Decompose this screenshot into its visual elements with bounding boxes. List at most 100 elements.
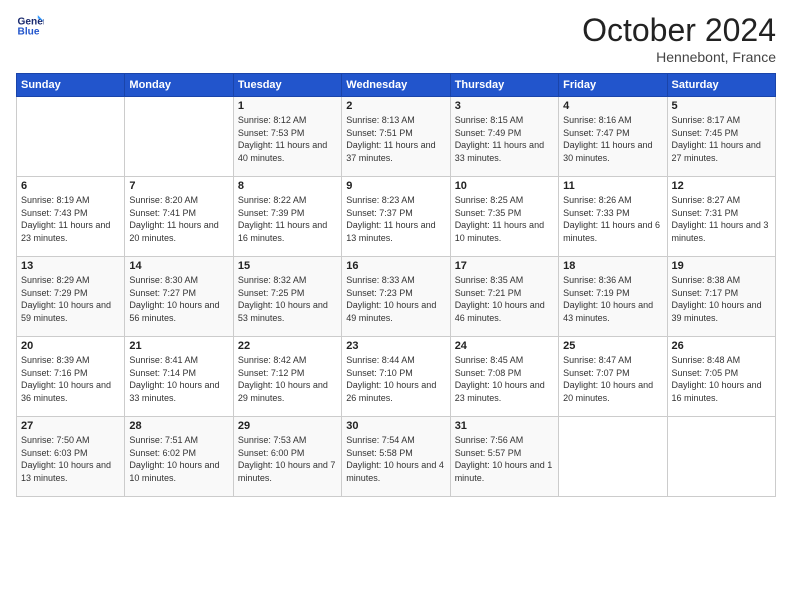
day-detail: Sunrise: 7:54 AMSunset: 5:58 PMDaylight:… <box>346 434 445 484</box>
calendar-cell <box>125 97 233 177</box>
day-detail: Sunrise: 8:35 AMSunset: 7:21 PMDaylight:… <box>455 274 554 324</box>
calendar-cell <box>667 417 775 497</box>
day-detail: Sunrise: 8:36 AMSunset: 7:19 PMDaylight:… <box>563 274 662 324</box>
calendar-cell: 6 Sunrise: 8:19 AMSunset: 7:43 PMDaylight… <box>17 177 125 257</box>
calendar-cell: 13Sunrise: 8:29 AMSunset: 7:29 PMDayligh… <box>17 257 125 337</box>
day-number: 17 <box>455 260 554 272</box>
calendar-week-row: 13Sunrise: 8:29 AMSunset: 7:29 PMDayligh… <box>17 257 776 337</box>
calendar-cell: 17 Sunrise: 8:35 AMSunset: 7:21 PMDayligh… <box>450 257 558 337</box>
calendar-week-row: 27Sunrise: 7:50 AMSunset: 6:03 PMDayligh… <box>17 417 776 497</box>
calendar-cell: 8 Sunrise: 8:22 AMSunset: 7:39 PMDaylight… <box>233 177 341 257</box>
day-detail: Sunrise: 8:17 AMSunset: 7:45 PMDaylight:… <box>672 114 771 164</box>
calendar-cell: 4 Sunrise: 8:16 AMSunset: 7:47 PMDaylight… <box>559 97 667 177</box>
day-detail: Sunrise: 8:13 AMSunset: 7:51 PMDaylight:… <box>346 114 445 164</box>
day-of-week-header: Saturday <box>667 74 775 97</box>
day-number: 11 <box>563 180 662 192</box>
day-detail: Sunrise: 8:41 AMSunset: 7:14 PMDaylight:… <box>129 354 228 404</box>
month-year: October 2024 <box>582 12 776 49</box>
logo-icon: General Blue <box>16 12 44 40</box>
day-detail: Sunrise: 8:27 AMSunset: 7:31 PMDaylight:… <box>672 194 771 244</box>
day-detail: Sunrise: 8:45 AMSunset: 7:08 PMDaylight:… <box>455 354 554 404</box>
location: Hennebont, France <box>582 49 776 65</box>
calendar-cell: 11 Sunrise: 8:26 AMSunset: 7:33 PMDayligh… <box>559 177 667 257</box>
day-number: 12 <box>672 180 771 192</box>
day-number: 14 <box>129 260 228 272</box>
calendar-cell: 27Sunrise: 7:50 AMSunset: 6:03 PMDayligh… <box>17 417 125 497</box>
day-number: 21 <box>129 340 228 352</box>
logo: General Blue <box>16 12 44 40</box>
day-of-week-header: Tuesday <box>233 74 341 97</box>
calendar-cell: 31 Sunrise: 7:56 AMSunset: 5:57 PMDayligh… <box>450 417 558 497</box>
day-number: 16 <box>346 260 445 272</box>
day-of-week-header: Sunday <box>17 74 125 97</box>
calendar-cell: 5Sunrise: 8:17 AMSunset: 7:45 PMDaylight… <box>667 97 775 177</box>
day-detail: Sunrise: 8:32 AMSunset: 7:25 PMDaylight:… <box>238 274 337 324</box>
calendar-cell: 19 Sunrise: 8:38 AMSunset: 7:17 PMDayligh… <box>667 257 775 337</box>
day-number: 6 <box>21 180 120 192</box>
day-detail: Sunrise: 8:19 AMSunset: 7:43 PMDaylight:… <box>21 194 120 244</box>
calendar-cell: 21 Sunrise: 8:41 AMSunset: 7:14 PMDayligh… <box>125 337 233 417</box>
day-number: 3 <box>455 100 554 112</box>
day-of-week-header: Wednesday <box>342 74 450 97</box>
calendar-cell: 12 Sunrise: 8:27 AMSunset: 7:31 PMDayligh… <box>667 177 775 257</box>
calendar-cell: 28 Sunrise: 7:51 AMSunset: 6:02 PMDayligh… <box>125 417 233 497</box>
calendar-cell <box>559 417 667 497</box>
day-detail: Sunrise: 8:42 AMSunset: 7:12 PMDaylight:… <box>238 354 337 404</box>
day-detail: Sunrise: 8:30 AMSunset: 7:27 PMDaylight:… <box>129 274 228 324</box>
day-number: 8 <box>238 180 337 192</box>
day-number: 23 <box>346 340 445 352</box>
day-number: 7 <box>129 180 228 192</box>
day-number: 18 <box>563 260 662 272</box>
calendar-cell: 2 Sunrise: 8:13 AMSunset: 7:51 PMDaylight… <box>342 97 450 177</box>
calendar-week-row: 6 Sunrise: 8:19 AMSunset: 7:43 PMDaylight… <box>17 177 776 257</box>
title-block: October 2024 Hennebont, France <box>582 12 776 65</box>
day-number: 1 <box>238 100 337 112</box>
calendar-cell: 1Sunrise: 8:12 AMSunset: 7:53 PMDaylight… <box>233 97 341 177</box>
calendar-cell: 26Sunrise: 8:48 AMSunset: 7:05 PMDayligh… <box>667 337 775 417</box>
day-detail: Sunrise: 7:56 AMSunset: 5:57 PMDaylight:… <box>455 434 554 484</box>
day-number: 26 <box>672 340 771 352</box>
day-detail: Sunrise: 8:15 AMSunset: 7:49 PMDaylight:… <box>455 114 554 164</box>
day-of-week-header: Friday <box>559 74 667 97</box>
day-number: 31 <box>455 420 554 432</box>
day-number: 29 <box>238 420 337 432</box>
svg-text:Blue: Blue <box>18 27 40 38</box>
calendar-table: SundayMondayTuesdayWednesdayThursdayFrid… <box>16 73 776 497</box>
header: General Blue October 2024 Hennebont, Fra… <box>16 12 776 65</box>
calendar-cell: 20Sunrise: 8:39 AMSunset: 7:16 PMDayligh… <box>17 337 125 417</box>
day-detail: Sunrise: 8:39 AMSunset: 7:16 PMDaylight:… <box>21 354 120 404</box>
calendar-cell: 22 Sunrise: 8:42 AMSunset: 7:12 PMDayligh… <box>233 337 341 417</box>
calendar-cell: 10 Sunrise: 8:25 AMSunset: 7:35 PMDayligh… <box>450 177 558 257</box>
day-detail: Sunrise: 7:51 AMSunset: 6:02 PMDaylight:… <box>129 434 228 484</box>
day-number: 4 <box>563 100 662 112</box>
day-detail: Sunrise: 8:16 AMSunset: 7:47 PMDaylight:… <box>563 114 662 164</box>
calendar-header-row: SundayMondayTuesdayWednesdayThursdayFrid… <box>17 74 776 97</box>
calendar-cell: 9Sunrise: 8:23 AMSunset: 7:37 PMDaylight… <box>342 177 450 257</box>
calendar-week-row: 1Sunrise: 8:12 AMSunset: 7:53 PMDaylight… <box>17 97 776 177</box>
day-detail: Sunrise: 8:38 AMSunset: 7:17 PMDaylight:… <box>672 274 771 324</box>
calendar-cell: 16 Sunrise: 8:33 AMSunset: 7:23 PMDayligh… <box>342 257 450 337</box>
calendar-cell: 29Sunrise: 7:53 AMSunset: 6:00 PMDayligh… <box>233 417 341 497</box>
day-number: 25 <box>563 340 662 352</box>
calendar-cell: 30 Sunrise: 7:54 AMSunset: 5:58 PMDayligh… <box>342 417 450 497</box>
day-number: 30 <box>346 420 445 432</box>
calendar-cell: 14 Sunrise: 8:30 AMSunset: 7:27 PMDayligh… <box>125 257 233 337</box>
calendar-cell: 25Sunrise: 8:47 AMSunset: 7:07 PMDayligh… <box>559 337 667 417</box>
day-detail: Sunrise: 8:44 AMSunset: 7:10 PMDaylight:… <box>346 354 445 404</box>
day-of-week-header: Monday <box>125 74 233 97</box>
day-number: 9 <box>346 180 445 192</box>
day-number: 10 <box>455 180 554 192</box>
day-number: 19 <box>672 260 771 272</box>
calendar-cell: 18 Sunrise: 8:36 AMSunset: 7:19 PMDayligh… <box>559 257 667 337</box>
calendar-cell: 15Sunrise: 8:32 AMSunset: 7:25 PMDayligh… <box>233 257 341 337</box>
day-number: 22 <box>238 340 337 352</box>
day-detail: Sunrise: 8:22 AMSunset: 7:39 PMDaylight:… <box>238 194 337 244</box>
day-number: 28 <box>129 420 228 432</box>
calendar-cell: 24Sunrise: 8:45 AMSunset: 7:08 PMDayligh… <box>450 337 558 417</box>
day-detail: Sunrise: 8:26 AMSunset: 7:33 PMDaylight:… <box>563 194 662 244</box>
day-number: 27 <box>21 420 120 432</box>
day-number: 13 <box>21 260 120 272</box>
day-detail: Sunrise: 8:33 AMSunset: 7:23 PMDaylight:… <box>346 274 445 324</box>
day-detail: Sunrise: 8:25 AMSunset: 7:35 PMDaylight:… <box>455 194 554 244</box>
day-number: 2 <box>346 100 445 112</box>
